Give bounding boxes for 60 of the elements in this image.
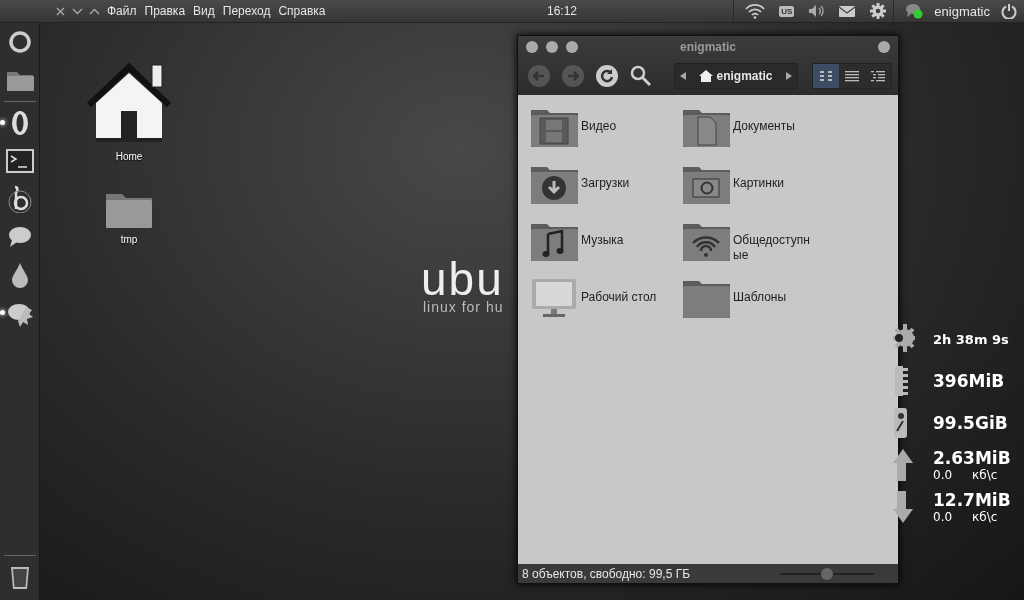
triangle-right-icon xyxy=(786,72,792,80)
down-arrow-icon xyxy=(893,489,915,525)
power-icon[interactable] xyxy=(1001,3,1017,19)
menu-item[interactable]: Файл xyxy=(103,4,141,18)
file-name[interactable]: Картинки xyxy=(733,176,817,191)
user-name[interactable]: enigmatic xyxy=(930,3,994,19)
file-name[interactable]: Видео xyxy=(581,119,665,134)
search-icon xyxy=(629,64,653,88)
up-arrow-icon xyxy=(893,447,915,483)
menu-item[interactable]: Переход xyxy=(218,4,275,18)
close-icon xyxy=(55,5,66,17)
monitor-value: 396MiB xyxy=(933,371,1006,391)
monitor-value: 2.63MiB xyxy=(933,448,1012,468)
window-title: enigmatic xyxy=(679,40,737,54)
grid-icon xyxy=(819,70,833,82)
file-name[interactable]: Шаблоны xyxy=(733,290,817,305)
terminal-icon xyxy=(5,147,34,175)
file-name[interactable]: Документы xyxy=(733,119,817,134)
close-button[interactable] xyxy=(526,41,538,53)
rate-unit: кб\с xyxy=(972,468,998,482)
monitor-icon[interactable] xyxy=(530,276,579,320)
icon-view-button[interactable] xyxy=(813,64,839,88)
memory-chip-icon xyxy=(893,363,908,399)
rate-value: 0.0 xyxy=(933,468,953,482)
file-name[interactable]: Рабочий стол xyxy=(581,290,665,305)
file-name[interactable]: Общедоступные xyxy=(733,233,817,263)
monitor-value: 2h 38m 9s xyxy=(933,331,1010,347)
triangle-left-icon xyxy=(680,72,686,80)
monitor-value: 99.5GiB xyxy=(933,413,1009,433)
monitor-value: 12.7MiB xyxy=(933,490,1012,510)
clock[interactable]: 16:12 xyxy=(512,4,612,18)
envelope-icon[interactable] xyxy=(838,3,857,19)
minimize-button[interactable] xyxy=(546,41,558,53)
speaker-icon[interactable] xyxy=(808,3,825,19)
wallpaper-tagline: linux for hu xyxy=(423,299,504,315)
menu-item[interactable]: Вид xyxy=(189,4,219,18)
menu-item[interactable]: Справка xyxy=(274,4,330,18)
file-name[interactable]: Загрузки xyxy=(581,176,665,191)
file-name[interactable]: Музыка xyxy=(581,233,665,248)
keyboard-layout-indicator[interactable]: US xyxy=(779,5,795,17)
desktop-icon-label[interactable]: Home xyxy=(115,151,143,162)
chat-status-icon[interactable] xyxy=(905,3,924,19)
menu-item[interactable]: Правка xyxy=(140,4,190,18)
maximize-button[interactable] xyxy=(566,41,578,53)
reload-icon xyxy=(595,64,619,88)
lines-icon xyxy=(845,70,859,82)
hard-drive-icon xyxy=(893,405,908,441)
back-icon xyxy=(527,64,551,88)
menu-button[interactable] xyxy=(878,41,890,53)
wifi-icon[interactable] xyxy=(745,3,766,19)
rate-value: 0.0 xyxy=(933,510,953,524)
curly-b-logo-icon xyxy=(5,185,34,213)
desktop-icon-label[interactable]: tmp xyxy=(120,234,138,245)
status-text: 8 объектов, свободно: 99,5 ГБ xyxy=(522,566,692,581)
forward-icon xyxy=(561,64,585,88)
outline-list-icon xyxy=(871,70,885,82)
rate-unit: кб\с xyxy=(972,510,998,524)
home-icon xyxy=(699,70,714,82)
slider-thumb[interactable] xyxy=(821,567,833,580)
gear-icon[interactable] xyxy=(870,3,887,19)
